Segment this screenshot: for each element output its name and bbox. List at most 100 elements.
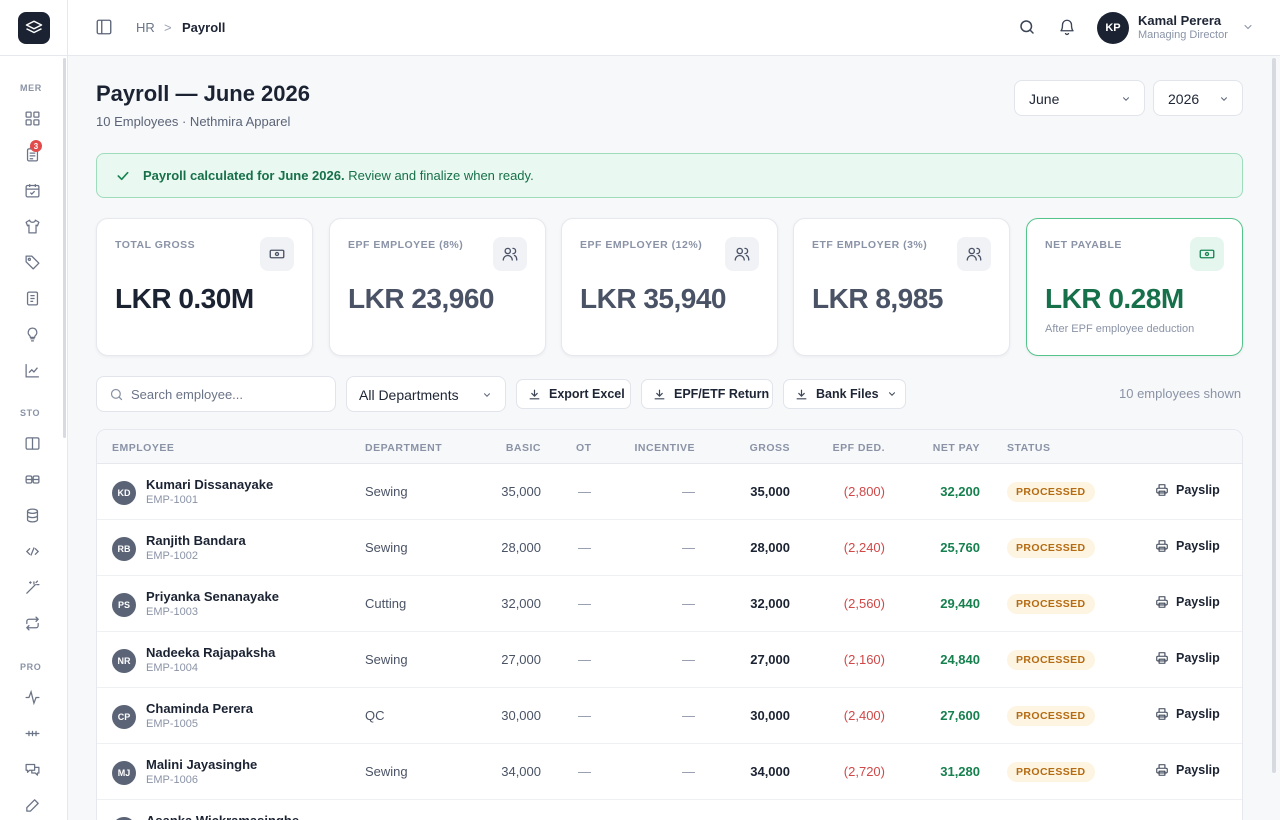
lightbulb-icon[interactable] <box>22 324 42 344</box>
employee-name[interactable]: Asanka Wickramasinghe <box>146 813 299 820</box>
users-icon <box>493 237 527 271</box>
chevron-down-icon[interactable] <box>1242 20 1254 32</box>
payslip-button[interactable]: Payslip <box>1155 707 1220 721</box>
epf-etf-return-label: EPF/ETF Return <box>674 387 770 401</box>
boxes-icon[interactable] <box>22 469 42 489</box>
stat-note: After EPF employee deduction <box>1045 323 1195 335</box>
transfer-arrows-icon[interactable] <box>22 541 42 561</box>
sidebar-toggle-icon[interactable] <box>95 18 113 36</box>
epf-deduction-cell: (2,720) <box>843 764 885 779</box>
printer-icon <box>1156 484 1168 496</box>
basic-cell: 35,000 <box>501 484 541 499</box>
table-row[interactable]: PS Priyanka Senanayake EMP-1003 Cutting 32,0… <box>97 576 1242 632</box>
sidebar-section-label: PRO <box>20 662 42 672</box>
employee-name[interactable]: Chaminda Perera <box>146 701 253 716</box>
employee-avatar: MJ <box>112 761 136 785</box>
dashboard-icon[interactable] <box>22 108 42 128</box>
employee-name[interactable]: Nadeeka Rajapaksha <box>146 645 275 660</box>
epf-deduction-cell: (2,400) <box>843 708 885 723</box>
epf-etf-return-button[interactable]: EPF/ETF Return <box>641 379 773 409</box>
database-icon[interactable] <box>22 505 42 525</box>
activity-icon[interactable] <box>22 687 42 707</box>
employee-name[interactable]: Malini Jayasinghe <box>146 757 257 772</box>
payslip-button[interactable]: Payslip <box>1155 483 1220 497</box>
printer-icon <box>1156 764 1168 776</box>
bell-icon[interactable] <box>1058 18 1076 36</box>
pencil-icon[interactable] <box>22 795 42 815</box>
column-header-epf-ded[interactable]: EPF DED. <box>797 442 885 454</box>
column-header-gross[interactable]: GROSS <box>717 442 790 454</box>
ot-cell: — <box>578 764 591 779</box>
employee-search-input[interactable] <box>131 377 331 411</box>
basic-cell: 34,000 <box>501 764 541 779</box>
column-header-ot[interactable]: OT <box>576 442 592 454</box>
epf-deduction-cell: (2,160) <box>843 652 885 667</box>
download-icon <box>654 389 665 399</box>
column-header-department[interactable]: DEPARTMENT <box>365 442 442 454</box>
table-row[interactable]: KD Kumari Dissanayake EMP-1001 Sewing 35,000… <box>97 464 1242 520</box>
status-badge: PROCESSED <box>1007 706 1095 726</box>
table-row[interactable]: RB Ranjith Bandara EMP-1002 Sewing 28,000 — — 2… <box>97 520 1242 576</box>
employee-avatar: PS <box>112 593 136 617</box>
document-icon[interactable] <box>22 288 42 308</box>
year-select[interactable]: 2026 <box>1153 80 1243 116</box>
page-title: Payroll — June 2026 <box>96 81 310 106</box>
payslip-button[interactable]: Payslip <box>1155 539 1220 553</box>
table-row[interactable]: CP Chaminda Perera EMP-1005 QC 30,000 — — 30,00… <box>97 688 1242 744</box>
printer-icon <box>1156 596 1168 608</box>
table-row[interactable]: AWAsanka Wickramasinghe <box>97 800 1242 820</box>
sidebar-scrollbar[interactable] <box>63 58 66 438</box>
user-name[interactable]: Kamal Perera <box>1138 13 1221 28</box>
department-select[interactable]: All Departments <box>346 376 506 412</box>
line-chart-icon[interactable] <box>22 360 42 380</box>
search-icon[interactable] <box>1018 18 1036 36</box>
repeat-icon[interactable] <box>22 613 42 633</box>
stat-label: NET PAYABLE <box>1045 239 1122 251</box>
column-header-basic[interactable]: BASIC <box>477 442 541 454</box>
column-header-employee[interactable]: EMPLOYEE <box>112 442 174 454</box>
app-logo[interactable] <box>18 12 50 44</box>
book-open-icon[interactable] <box>22 433 42 453</box>
employee-name[interactable]: Priyanka Senanayake <box>146 589 279 604</box>
workflow-icon[interactable] <box>22 723 42 743</box>
stat-card-epf-employer: EPF EMPLOYER (12%) LKR 35,940 <box>561 218 778 356</box>
calendar-check-icon[interactable] <box>22 180 42 200</box>
table-row[interactable]: NR Nadeeka Rajapaksha EMP-1004 Sewing 27,000… <box>97 632 1242 688</box>
payslip-label: Payslip <box>1176 651 1220 665</box>
department-cell: Sewing <box>365 484 408 499</box>
month-select[interactable]: June <box>1014 80 1145 116</box>
bank-files-label: Bank Files <box>816 387 879 401</box>
column-header-net-pay[interactable]: NET PAY <box>907 442 980 454</box>
sidebar-section-label: MER <box>20 83 42 93</box>
cash-icon <box>260 237 294 271</box>
payslip-button[interactable]: Payslip <box>1155 651 1220 665</box>
magic-wand-icon[interactable] <box>22 577 42 597</box>
gross-cell: 32,000 <box>750 596 790 611</box>
bank-files-button[interactable]: Bank Files <box>783 379 906 409</box>
ot-cell: — <box>578 540 591 555</box>
status-badge: PROCESSED <box>1007 538 1095 558</box>
user-avatar[interactable]: KP <box>1097 12 1129 44</box>
top-bar: HR > Payroll KP Kamal Perera Managing Di… <box>68 0 1280 56</box>
column-header-status[interactable]: STATUS <box>1007 442 1050 454</box>
month-select-value: June <box>1029 91 1060 107</box>
employee-id: EMP-1005 <box>146 718 198 730</box>
shirt-icon[interactable] <box>22 216 42 236</box>
messages-icon[interactable] <box>22 759 42 779</box>
employee-name[interactable]: Kumari Dissanayake <box>146 477 273 492</box>
payslip-button[interactable]: Payslip <box>1155 763 1220 777</box>
net-pay-cell: 24,840 <box>940 652 980 667</box>
status-badge: PROCESSED <box>1007 650 1095 670</box>
employee-name[interactable]: Ranjith Bandara <box>146 533 246 548</box>
table-row[interactable]: MJ Malini Jayasinghe EMP-1006 Sewing 34,000 —… <box>97 744 1242 800</box>
layers-icon <box>25 20 43 34</box>
export-excel-button[interactable]: Export Excel <box>516 379 631 409</box>
employee-id: EMP-1006 <box>146 774 198 786</box>
page-scrollbar[interactable] <box>1272 58 1276 773</box>
chevron-down-icon <box>484 393 490 397</box>
tag-icon[interactable] <box>22 252 42 272</box>
payslip-button[interactable]: Payslip <box>1155 595 1220 609</box>
column-header-incentive[interactable]: INCENTIVE <box>617 442 695 454</box>
employee-search[interactable] <box>96 376 336 412</box>
breadcrumb-hr-link[interactable]: HR <box>136 20 155 35</box>
